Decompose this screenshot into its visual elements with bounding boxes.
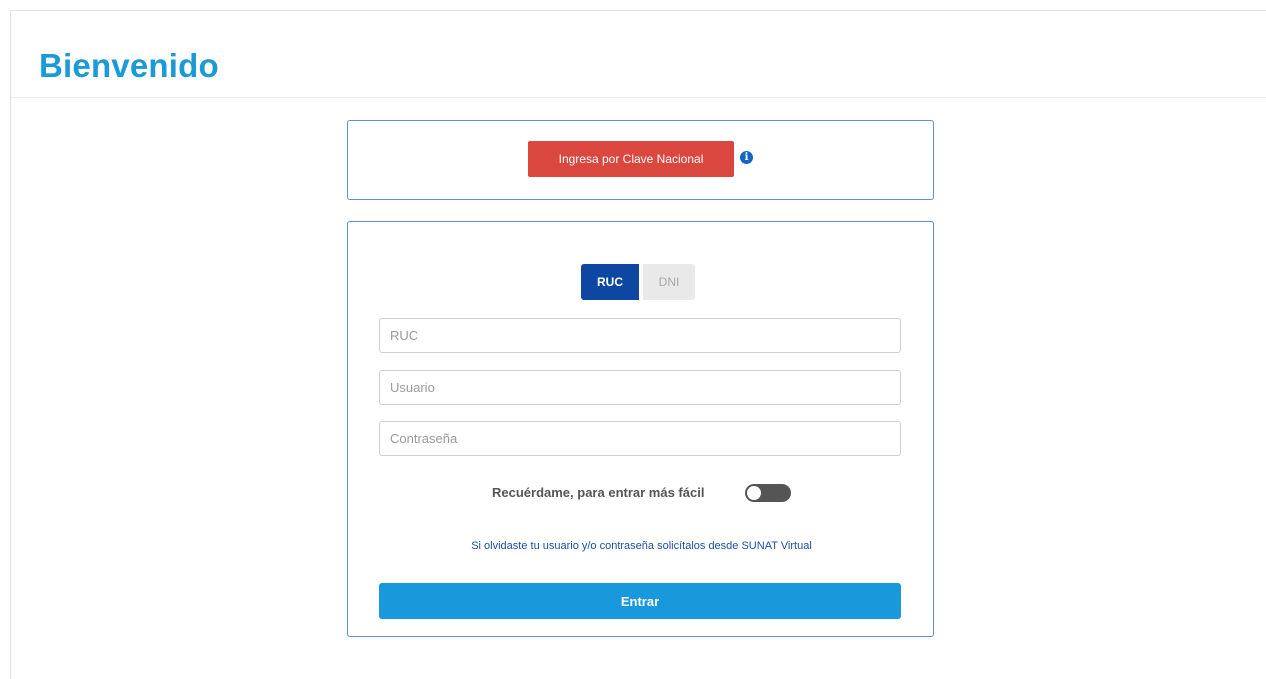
- remember-me-toggle[interactable]: [745, 484, 791, 502]
- clave-nacional-button[interactable]: Ingresa por Clave Nacional: [528, 141, 734, 177]
- toggle-knob: [747, 486, 761, 500]
- tab-ruc[interactable]: RUC: [581, 264, 639, 300]
- clave-nacional-card: Ingresa por Clave Nacional i: [347, 120, 934, 200]
- remember-me-label: Recuérdame, para entrar más fácil: [492, 485, 705, 500]
- page: Bienvenido Ingresa por Clave Nacional i …: [10, 10, 1266, 679]
- forgot-credentials-link[interactable]: Si olvidaste tu usuario y/o contraseña s…: [348, 540, 935, 552]
- login-card: RUC DNI Recuérdame, para entrar más fáci…: [347, 221, 934, 637]
- username-input[interactable]: [379, 370, 901, 405]
- password-input[interactable]: [379, 421, 901, 456]
- info-circle-icon[interactable]: i: [740, 151, 753, 164]
- title-divider: [11, 97, 1266, 98]
- page-title: Bienvenido: [39, 47, 219, 84]
- ruc-input[interactable]: [379, 318, 901, 353]
- tab-dni[interactable]: DNI: [643, 264, 695, 300]
- submit-button[interactable]: Entrar: [379, 583, 901, 619]
